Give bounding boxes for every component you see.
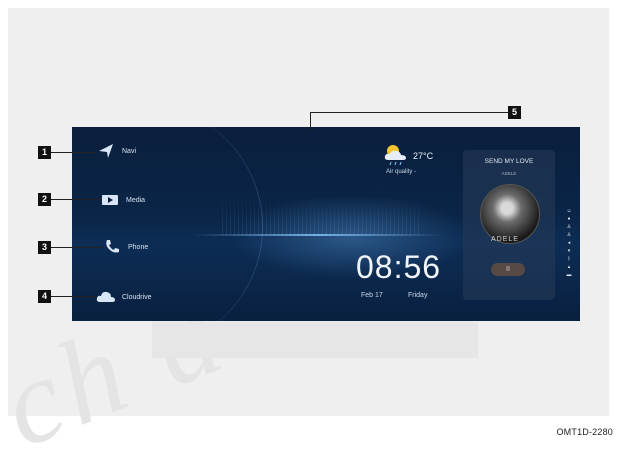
leader-line-1 [51,152,96,153]
bluetooth-icon: ᛒ [567,256,571,262]
leader-line-4 [51,296,97,297]
menu-item-phone[interactable]: Phone [102,237,148,257]
callout-1: 1 [38,146,51,159]
menu-label-phone: Phone [128,243,149,251]
passenger-icon: ♙ [566,232,572,238]
menu-label-media: Media [126,196,146,204]
menu-label-cloudrive: Cloudrive [122,293,152,301]
mute-icon: ● [567,216,571,222]
status-bar: ☺ ● ♙ ♙ ◂ ▾ ᛒ ▴ ▬ [563,209,575,278]
leader-line-5 [310,112,508,113]
music-player-card[interactable]: SEND MY LOVE ADELE ADELE II [463,150,555,300]
media-play-icon [100,190,120,210]
screen-reflection [152,322,478,358]
album-art [480,184,540,244]
document-code: OMT1D-2280 [556,427,613,437]
navigation-arrow-icon [96,141,116,161]
song-title: SEND MY LOVE [484,158,534,165]
pause-button[interactable]: II [491,263,525,276]
weather-widget[interactable]: 27°C Air quality - [382,143,433,175]
air-quality: Air quality - [386,169,417,175]
signal-icon: ▾ [567,248,571,254]
callout-5: 5 [508,106,521,119]
clock-time: 08:56 [356,249,442,285]
infotainment-screen: Navi Media Phone Cloudrive 27°C Air qual… [72,127,580,321]
horizon-glow [192,234,442,236]
clock-day: Friday [408,292,428,299]
volume-icon: ◂ [567,240,571,246]
leader-line-5-drop [310,112,311,130]
album-art-label: ADELE [491,236,519,243]
leader-line-2 [51,199,101,200]
artist-name: ADELE [501,171,517,176]
phone-handset-icon [102,237,122,257]
clock-date: Feb 17 [361,292,383,299]
menu-item-navi[interactable]: Navi [96,141,136,161]
menu-item-cloudrive[interactable]: Cloudrive [96,287,152,307]
cloud-icon [96,287,116,307]
callout-2: 2 [38,193,51,206]
temperature: 27°C [413,151,434,161]
callout-3: 3 [38,241,51,254]
menu-item-media[interactable]: Media [100,190,145,210]
driver-icon: ☺ [566,208,572,214]
car-icon: ▴ [567,264,571,270]
callout-4: 4 [38,290,51,303]
seatbelt-icon: ♙ [566,224,572,230]
leader-line-3 [51,247,103,248]
sound-bars [222,197,422,235]
menu-label-navi: Navi [122,147,137,155]
battery-icon: ▬ [566,272,572,278]
